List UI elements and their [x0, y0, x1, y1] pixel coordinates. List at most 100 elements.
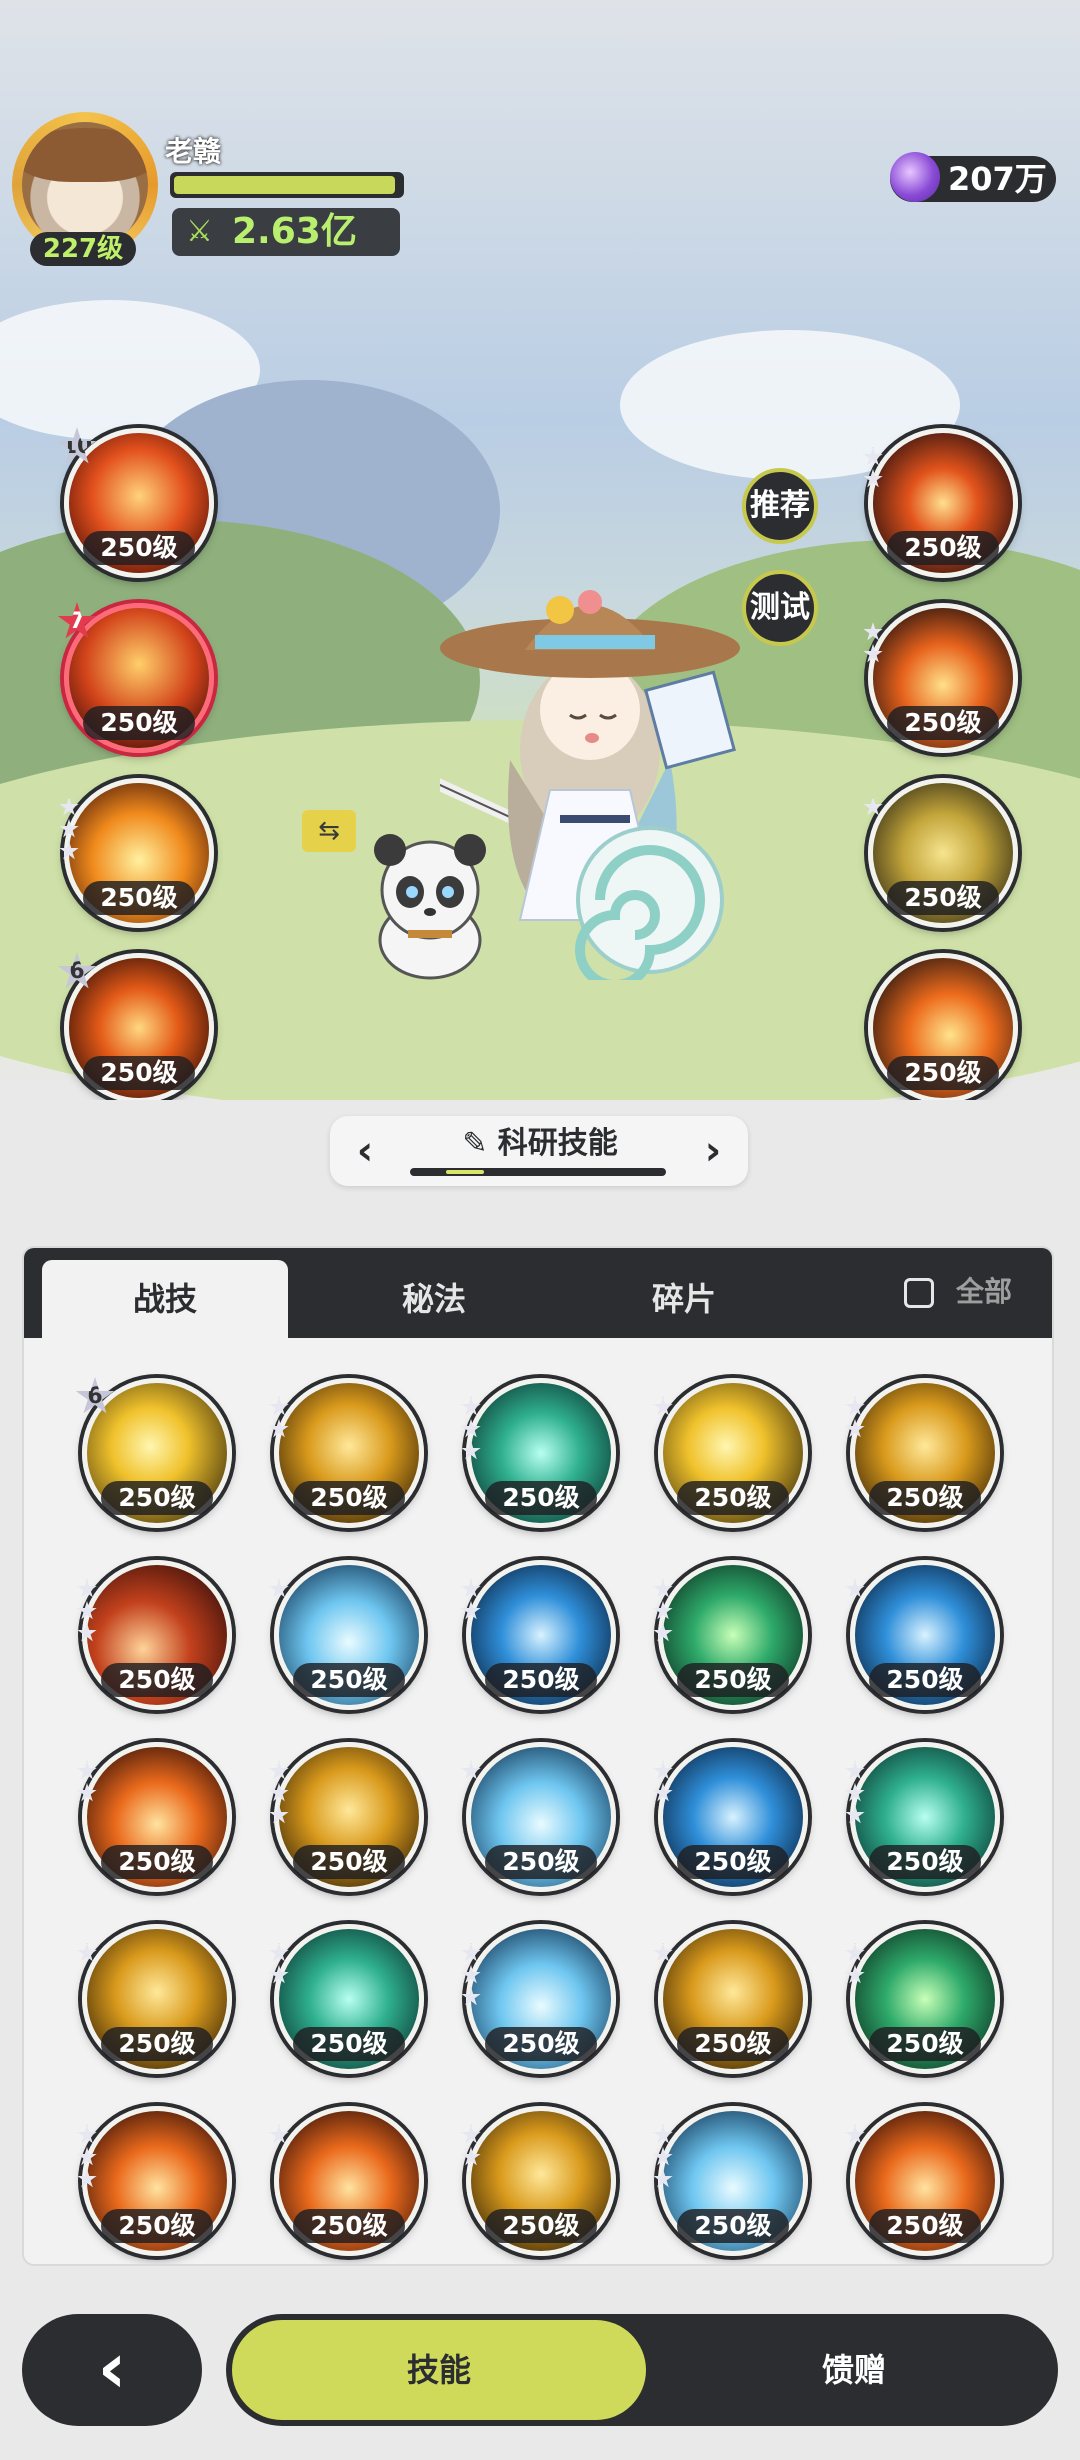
- skill-slot[interactable]: 250级: [269, 1742, 424, 1892]
- skill-level: 250级: [887, 881, 999, 915]
- swap-pet-button[interactable]: ⇆: [302, 810, 356, 852]
- nav-tab-gift[interactable]: 馈赠: [656, 2320, 1052, 2420]
- tab-secret-arts[interactable]: 秘法: [314, 1260, 554, 1338]
- tab-fragments[interactable]: 碎片: [564, 1260, 804, 1338]
- combat-power: ⚔ 2.63亿: [172, 208, 400, 256]
- mini-star-rank: [653, 2125, 673, 2191]
- equipped-skill-left-2[interactable]: 7 250级: [57, 602, 214, 753]
- back-button[interactable]: ‹: [22, 2314, 202, 2426]
- skill-level: 250级: [485, 1481, 597, 1515]
- chevron-right-icon[interactable]: ›: [688, 1126, 738, 1176]
- mini-star-rank: [653, 1943, 673, 1965]
- show-all-label: 全部: [956, 1275, 1013, 1308]
- mini-star-rank: [845, 1579, 865, 1601]
- pencil-icon: ✎: [462, 1126, 488, 1161]
- skill-slot[interactable]: 250级: [845, 1560, 1000, 1710]
- mini-star-rank: [461, 1761, 481, 1783]
- mini-star-rank: [461, 1579, 481, 1623]
- equipped-skill-left-3[interactable]: 250级: [59, 778, 214, 928]
- mini-star-rank: [269, 1943, 289, 1987]
- currency-amount: 207万: [948, 160, 1047, 198]
- category-title[interactable]: ✎ 科研技能: [440, 1124, 640, 1164]
- skill-slot[interactable]: 250级: [653, 2106, 808, 2256]
- skill-tabs: 战技 秘法 碎片 全部: [24, 1248, 1052, 1338]
- currency-display[interactable]: 207万: [890, 152, 1056, 202]
- skill-slot[interactable]: 250级: [269, 1924, 424, 2074]
- skill-level: 250级: [677, 1663, 789, 1697]
- skill-slot[interactable]: 250级: [653, 1378, 808, 1528]
- hat-icon: [22, 128, 148, 182]
- skill-slot[interactable]: 250级: [77, 1560, 232, 1710]
- mini-star-rank: [269, 1761, 289, 1827]
- equipped-skill-left-4[interactable]: 6 250级: [57, 952, 214, 1100]
- mini-star-rank: [845, 1943, 865, 1987]
- skill-level: 250级: [101, 1845, 213, 1879]
- show-all-checkbox[interactable]: [904, 1278, 934, 1308]
- skill-level: 250级: [101, 1481, 213, 1515]
- equipped-skill-right-3[interactable]: 250级: [863, 778, 1018, 928]
- skill-slot[interactable]: 250级: [653, 1924, 808, 2074]
- skill-slot[interactable]: 250级: [845, 2106, 1000, 2256]
- skill-slot[interactable]: 250级: [77, 2106, 232, 2256]
- skill-category-switcher: ‹ ✎ 科研技能 ›: [330, 1116, 748, 1186]
- skill-level: 250级: [869, 1663, 981, 1697]
- player-level: 227级: [30, 232, 136, 266]
- skill-level: 250级: [677, 1481, 789, 1515]
- skill-panel: 战技 秘法 碎片 全部 6 250级 250级 250级 250级 250级 250级 250…: [24, 1248, 1052, 2264]
- chevron-left-icon[interactable]: ‹: [340, 1126, 390, 1176]
- test-button[interactable]: 测试: [742, 570, 818, 646]
- skill-level: 250级: [83, 531, 195, 565]
- battle-scene: 227级 老赣 ⚔ 2.63亿 207万 ⇆ 推荐 测试 10 250级 7 2…: [0, 0, 1080, 1100]
- skill-slot[interactable]: 250级: [77, 1742, 232, 1892]
- skill-slot[interactable]: 250级: [269, 2106, 424, 2256]
- mini-star-rank: [461, 2125, 481, 2169]
- skill-level: 250级: [101, 1663, 213, 1697]
- bottom-nav: 技能 馈赠: [226, 2314, 1058, 2426]
- mini-star-rank: [59, 797, 79, 863]
- skill-slot[interactable]: 250级: [461, 2106, 616, 2256]
- skill-level: 250级: [83, 881, 195, 915]
- mini-star-rank: [863, 797, 883, 819]
- skill-slot[interactable]: 250级: [269, 1560, 424, 1710]
- mini-star-rank: [845, 1761, 865, 1827]
- skill-level: 250级: [485, 1663, 597, 1697]
- mini-star-rank: [863, 447, 883, 491]
- skill-level: 250级: [293, 2209, 405, 2243]
- purple-gem-icon: [890, 152, 940, 202]
- skill-slot[interactable]: 250级: [461, 1378, 616, 1528]
- skill-level: 250级: [887, 706, 999, 740]
- skill-slot[interactable]: 250级: [845, 1924, 1000, 2074]
- nav-tab-skills[interactable]: 技能: [232, 2320, 646, 2420]
- mini-star-rank: [77, 1943, 97, 1965]
- equipped-skill-right-4[interactable]: 250级: [868, 953, 1018, 1100]
- panda-pet: [374, 834, 486, 980]
- equipped-skill-left-1[interactable]: 10 250级: [57, 427, 214, 578]
- mini-star-rank: [269, 2125, 289, 2147]
- equipped-skill-right-2[interactable]: 250级: [863, 603, 1018, 753]
- skill-slot[interactable]: 250级: [845, 1742, 1000, 1892]
- skill-slot[interactable]: 250级: [461, 1742, 616, 1892]
- mini-star-rank: [269, 1579, 289, 1601]
- skill-slot[interactable]: 250级: [77, 1924, 232, 2074]
- mini-star-rank: [77, 1579, 97, 1645]
- skill-level: 250级: [869, 1845, 981, 1879]
- skill-slot[interactable]: 250级: [845, 1378, 1000, 1528]
- chevron-left-icon: ‹: [97, 2327, 127, 2409]
- skill-level: 250级: [485, 1845, 597, 1879]
- mini-star-rank: [653, 1397, 673, 1419]
- skill-level: 250级: [83, 1056, 195, 1090]
- skill-slot[interactable]: 250级: [653, 1742, 808, 1892]
- equipped-skill-right-1[interactable]: 250级: [863, 428, 1018, 578]
- tab-combat-skills[interactable]: 战技: [42, 1260, 288, 1338]
- skill-level: 250级: [869, 1481, 981, 1515]
- skill-slot[interactable]: 6 250级: [75, 1377, 232, 1528]
- skill-level: 250级: [101, 2209, 213, 2243]
- recommend-button[interactable]: 推荐: [742, 468, 818, 544]
- skill-slot[interactable]: 250级: [461, 1560, 616, 1710]
- player-name: 老赣: [165, 135, 222, 168]
- skill-slot[interactable]: 250级: [269, 1378, 424, 1528]
- skill-slot[interactable]: 250级: [653, 1560, 808, 1710]
- category-title-text: 科研技能: [497, 1126, 618, 1161]
- skill-slot[interactable]: 250级: [461, 1924, 616, 2074]
- skill-level: 250级: [677, 2027, 789, 2061]
